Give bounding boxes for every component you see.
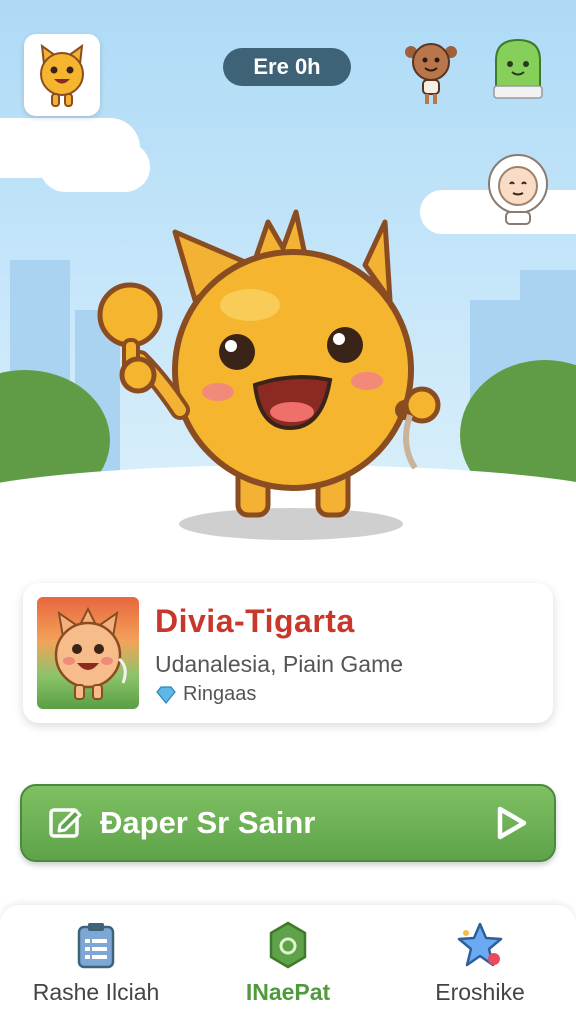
game-title: Divia-Tigarta (155, 603, 355, 639)
header-pill[interactable]: Ere 0h (223, 48, 351, 86)
game-tag-label: Ringaas (183, 683, 257, 705)
mascot-eye-left (219, 334, 255, 370)
girl-character-icon (405, 43, 457, 104)
edit-icon (49, 808, 82, 838)
tab-label-1: Rashe Ilciah (32, 979, 160, 1005)
game-thumbnail (37, 597, 139, 709)
mascot-eye-right (327, 327, 363, 363)
mascot-body (172, 249, 414, 491)
tab-item-3[interactable]: Eroshike (384, 921, 576, 1021)
tab-label-2: INaePat (245, 979, 331, 1005)
profile-avatar-button[interactable] (24, 34, 100, 116)
game-info-card[interactable]: Divia-Tigarta Udanalesia, Piain Game Rin… (23, 583, 553, 723)
cat-character-icon (40, 43, 84, 107)
mascot-shadow (179, 508, 403, 540)
bottom-tab-bar: Rashe Ilciah INaePat Eroshike (0, 905, 576, 1024)
toy-ball (97, 282, 163, 348)
header-pill-label: Ere 0h (253, 54, 321, 79)
game-tag: Ringaas (155, 683, 256, 706)
cat-character-icon (54, 606, 127, 700)
start-game-label: Ðaper Sr Sainr (100, 805, 316, 840)
tab-item-1[interactable]: Rashe Ilciah (0, 921, 192, 1021)
green-blob-character-icon (493, 38, 543, 99)
tab-label-3: Eroshike (435, 979, 525, 1005)
hexagon-icon (269, 921, 307, 969)
tab-item-2[interactable]: INaePat (192, 921, 384, 1021)
girl-character-button[interactable] (403, 38, 459, 106)
astronaut-character-icon (488, 154, 548, 225)
start-game-button[interactable]: Ðaper Sr Sainr (20, 784, 556, 862)
game-subtitle: Udanalesia, Piain Game (155, 651, 404, 677)
green-blob-button[interactable] (490, 36, 546, 102)
star-icon (457, 922, 503, 967)
gem-icon (156, 685, 176, 704)
astronaut-button[interactable] (486, 150, 550, 226)
play-icon (497, 806, 527, 840)
clipboard-icon (77, 923, 115, 969)
